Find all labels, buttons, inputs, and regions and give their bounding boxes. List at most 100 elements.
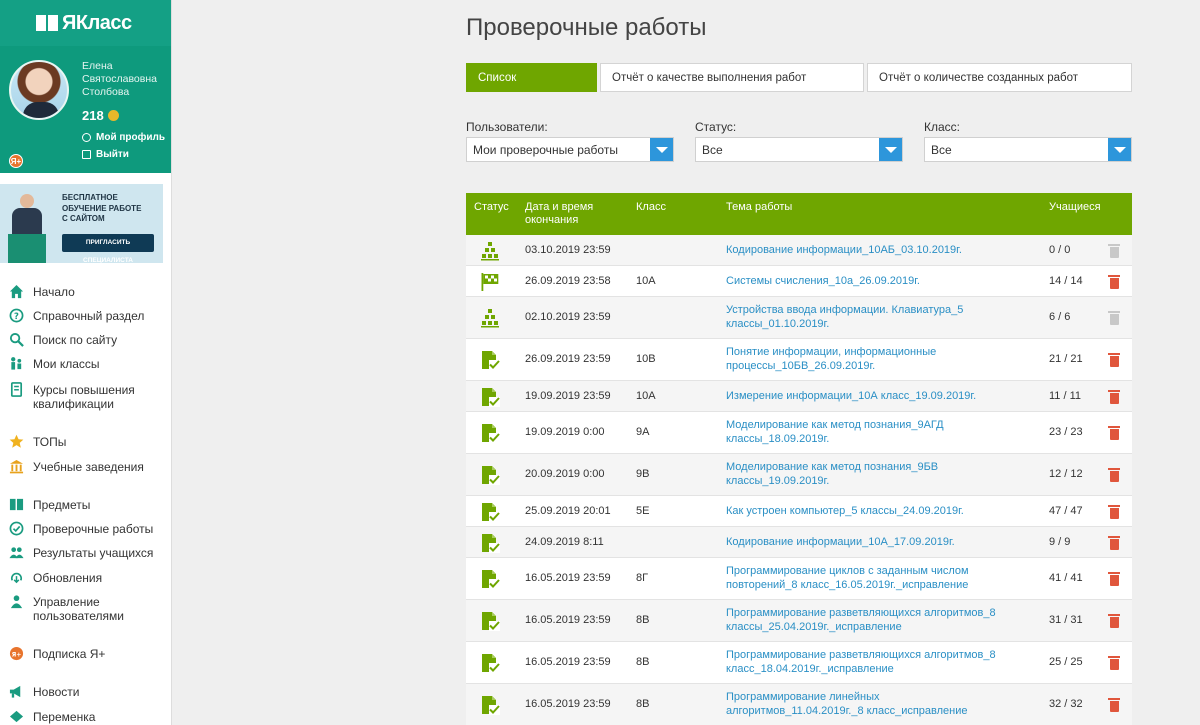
sidebar-item-schools[interactable]: Учебные заведения <box>0 457 144 477</box>
header-class[interactable]: Класс <box>636 201 666 214</box>
sidebar-item-my-classes[interactable]: Мои классы <box>0 354 100 374</box>
end-date: 26.09.2019 23:59 <box>525 353 611 365</box>
class-cell: 9А <box>636 426 650 438</box>
my-profile-link[interactable]: Мой профиль <box>82 132 165 143</box>
class-cell: 8В <box>636 656 650 668</box>
trash-icon[interactable] <box>1108 698 1120 712</box>
table-row[interactable]: 26.09.2019 23:58 10А Системы счисления_10а… <box>466 266 1132 297</box>
promo-banner[interactable]: БЕСПЛАТНОЕ ОБУЧЕНИЕ РАБОТЕ С САЙТОМ ПРИГ… <box>0 184 163 264</box>
header-students[interactable]: Учащиеся <box>1049 201 1101 214</box>
sidebar-item-home[interactable]: Начало <box>0 282 75 302</box>
trash-icon[interactable] <box>1108 390 1120 404</box>
topic-link[interactable]: Программирование разветвляющихся алгорит… <box>726 649 1036 676</box>
invite-specialist-button[interactable]: ПРИГЛАСИТЬ СПЕЦИАЛИСТА <box>62 234 154 264</box>
trash-icon[interactable] <box>1108 426 1120 440</box>
topic-link[interactable]: Измерение информации_10А класс_19.09.201… <box>726 390 1036 404</box>
courses-icon <box>10 382 23 397</box>
topic-link[interactable]: Программирование разветвляющихся алгорит… <box>726 607 1036 634</box>
table-row[interactable]: 03.10.2019 23:59 Кодирование информации_1… <box>466 235 1132 266</box>
topic-link[interactable]: Программирование циклов с заданным число… <box>726 565 1036 592</box>
status-checked-icon <box>480 569 500 589</box>
sidebar-item-subjects[interactable]: Предметы <box>0 495 90 515</box>
topic-link[interactable]: Кодирование информации_10АБ_03.10.2019г. <box>726 244 1036 258</box>
topic-link[interactable]: Как устроен компьютер_5 классы_24.09.201… <box>726 505 1036 519</box>
table-row[interactable]: 19.09.2019 23:59 10А Измерение информации_… <box>466 381 1132 412</box>
trash-icon[interactable] <box>1108 536 1120 550</box>
table-row[interactable]: 24.09.2019 8:11 Кодирование информации_10… <box>466 527 1132 558</box>
end-date: 24.09.2019 8:11 <box>525 536 604 548</box>
topic-link[interactable]: Моделирование как метод познания_9АГД кла… <box>726 419 1036 446</box>
logo-text: ЯКласс <box>62 11 132 34</box>
end-date: 20.09.2019 0:00 <box>525 468 605 480</box>
topic-link[interactable]: Кодирование информации_10А_17.09.2019г. <box>726 536 1036 550</box>
class-cell: 10А <box>636 275 656 287</box>
status-checked-icon <box>480 502 500 522</box>
subjects-icon <box>9 498 24 511</box>
table-row[interactable]: 02.10.2019 23:59 Устройства ввода информа… <box>466 297 1132 339</box>
sidebar-item-courses[interactable]: Курсы повышения квалификации <box>0 380 153 412</box>
tabs: Список Отчёт о качестве выполнения работ… <box>466 63 1132 92</box>
students-count: 25 / 25 <box>1049 656 1083 668</box>
sidebar-item-tops[interactable]: ТОПы <box>0 432 66 452</box>
table-row[interactable]: 16.05.2019 23:59 8В Программирование разве… <box>466 642 1132 684</box>
trash-icon[interactable] <box>1108 468 1120 482</box>
sidebar-item-check-works[interactable]: Проверочные работы <box>0 519 153 539</box>
users-filter-select[interactable]: Мои проверочные работы <box>466 137 674 162</box>
class-cell: 8В <box>636 614 650 626</box>
table-row[interactable]: 20.09.2019 0:00 9В Моделирование как метод… <box>466 454 1132 496</box>
status-checked-icon <box>480 387 500 407</box>
sidebar-item-break[interactable]: Переменка <box>0 707 95 725</box>
trash-icon[interactable] <box>1108 656 1120 670</box>
sidebar-item-subscription[interactable]: Я+ Подписка Я+ <box>0 644 105 664</box>
sidebar-item-updates[interactable]: Обновления <box>0 568 102 588</box>
topic-link[interactable]: Устройства ввода информации. Клавиатура_… <box>726 304 1036 331</box>
tab-quality-report[interactable]: Отчёт о качестве выполнения работ <box>600 63 864 92</box>
students-count: 41 / 41 <box>1049 572 1083 584</box>
table-row[interactable]: 16.05.2019 23:59 8В Программирование разве… <box>466 600 1132 642</box>
tab-count-report[interactable]: Отчёт о количестве созданных работ <box>867 63 1132 92</box>
students-count: 6 / 6 <box>1049 311 1071 323</box>
trash-icon[interactable] <box>1108 505 1120 519</box>
star-icon <box>9 434 24 448</box>
table-row[interactable]: 25.09.2019 20:01 5Е Как устроен компьютер_… <box>466 496 1132 527</box>
topic-link[interactable]: Системы счисления_10а_26.09.2019г. <box>726 275 1036 289</box>
trash-icon[interactable] <box>1108 614 1120 628</box>
trash-icon[interactable] <box>1108 353 1120 367</box>
status-finished-icon <box>480 272 500 292</box>
profile-panel: Я+ Елена Святославовна Столбова 218 Мой … <box>0 46 171 173</box>
class-cell: 9В <box>636 468 650 480</box>
trash-icon <box>1108 244 1120 258</box>
header-status[interactable]: Статус <box>474 201 509 214</box>
status-filter-select[interactable]: Все <box>695 137 903 162</box>
tab-list[interactable]: Список <box>466 63 597 92</box>
topic-link[interactable]: Программирование линейных алгоритмов_11.0… <box>726 691 1036 718</box>
topic-link[interactable]: Моделирование как метод познания_9БВ клас… <box>726 461 1036 488</box>
table-row[interactable]: 19.09.2019 0:00 9А Моделирование как метод… <box>466 412 1132 454</box>
table-row[interactable]: 26.09.2019 23:59 10В Понятие информации, и… <box>466 339 1132 381</box>
trash-icon[interactable] <box>1108 275 1120 289</box>
avatar[interactable] <box>9 60 69 120</box>
coin-icon <box>107 110 119 121</box>
logo[interactable]: ЯКласс <box>0 0 171 46</box>
sidebar-item-results[interactable]: Результаты учащихся <box>0 543 153 563</box>
status-filter-label: Статус: <box>695 120 737 134</box>
trash-icon <box>1108 311 1120 325</box>
subscription-icon: Я+ <box>9 646 24 661</box>
header-topic[interactable]: Тема работы <box>726 201 792 214</box>
topic-link[interactable]: Понятие информации, информационные процес… <box>726 346 1036 373</box>
end-date: 19.09.2019 23:59 <box>525 390 611 402</box>
table-row[interactable]: 16.05.2019 23:59 8Г Программирование цикло… <box>466 558 1132 600</box>
status-pending-icon <box>480 241 500 261</box>
trash-icon[interactable] <box>1108 572 1120 586</box>
sidebar-item-help[interactable]: ? Справочный раздел <box>0 306 144 326</box>
sidebar-item-news[interactable]: Новости <box>0 682 79 702</box>
header-date[interactable]: Дата и время окончания <box>525 201 593 227</box>
end-date: 03.10.2019 23:59 <box>525 244 611 256</box>
score: 218 <box>82 108 119 123</box>
table-row[interactable]: 16.05.2019 23:59 8В Программирование линей… <box>466 684 1132 725</box>
sidebar-item-users-manage[interactable]: Управление пользователями <box>0 592 153 624</box>
class-filter-select[interactable]: Все <box>924 137 1132 162</box>
logout-link[interactable]: Выйти <box>82 149 129 160</box>
sidebar-item-search[interactable]: Поиск по сайту <box>0 330 117 350</box>
home-icon <box>9 284 24 299</box>
